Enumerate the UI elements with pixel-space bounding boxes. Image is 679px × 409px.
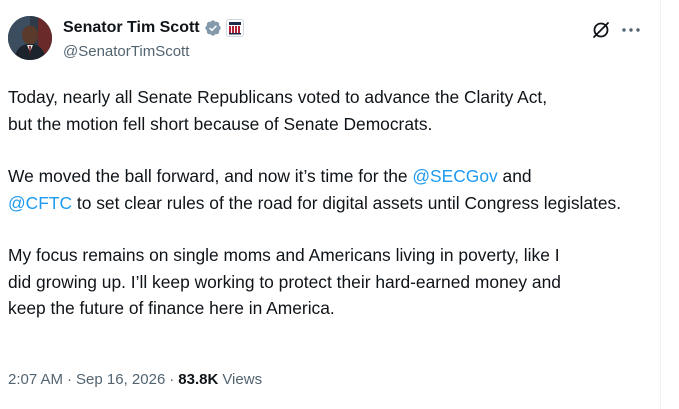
meta-separator: · — [169, 371, 175, 388]
views-label: Views — [222, 371, 263, 388]
mention-link-secgov[interactable]: @SECGov — [412, 166, 497, 186]
more-options-icon[interactable] — [620, 19, 642, 41]
author-display-name[interactable]: Senator Tim Scott — [63, 19, 200, 37]
tweet-metadata: 2:07 AM · Sep 16, 2026 · 83.8K Views — [8, 371, 262, 388]
tweet-text-segment: to set clear rules of the road for digit… — [72, 192, 622, 213]
tweet-card: Senator Tim Scott @SenatorTimScott Today… — [0, 0, 660, 409]
tweet-paragraph-1: Today, nearly all Senate Republicans vot… — [8, 87, 548, 134]
avatar[interactable] — [8, 16, 52, 60]
tweet-text-segment: and — [497, 166, 532, 186]
tweet-text: Today, nearly all Senate Republicans vot… — [8, 84, 648, 322]
grok-icon[interactable] — [590, 19, 612, 41]
tweet-text-segment: We moved the ball forward, and now it’s … — [8, 166, 413, 186]
mention-link-cftc[interactable]: @CFTC — [8, 193, 72, 213]
tweet-paragraph-2: We moved the ball forward, and now it’s … — [8, 163, 648, 216]
author-name-row: Senator Tim Scott — [63, 17, 244, 39]
views-count[interactable]: 83.8K — [178, 371, 218, 388]
tweet-time[interactable]: 2:07 AM — [8, 371, 63, 388]
column-divider — [660, 0, 661, 409]
senate-affiliation-icon[interactable] — [225, 19, 244, 37]
author-handle[interactable]: @SenatorTimScott — [63, 43, 189, 60]
tweet-date[interactable]: Sep 16, 2026 — [76, 371, 165, 388]
tweet-paragraph-3: My focus remains on single moms and Amer… — [8, 245, 561, 318]
verified-badge-icon[interactable] — [204, 19, 222, 37]
avatar-image — [8, 16, 52, 60]
meta-separator: · — [67, 371, 73, 388]
